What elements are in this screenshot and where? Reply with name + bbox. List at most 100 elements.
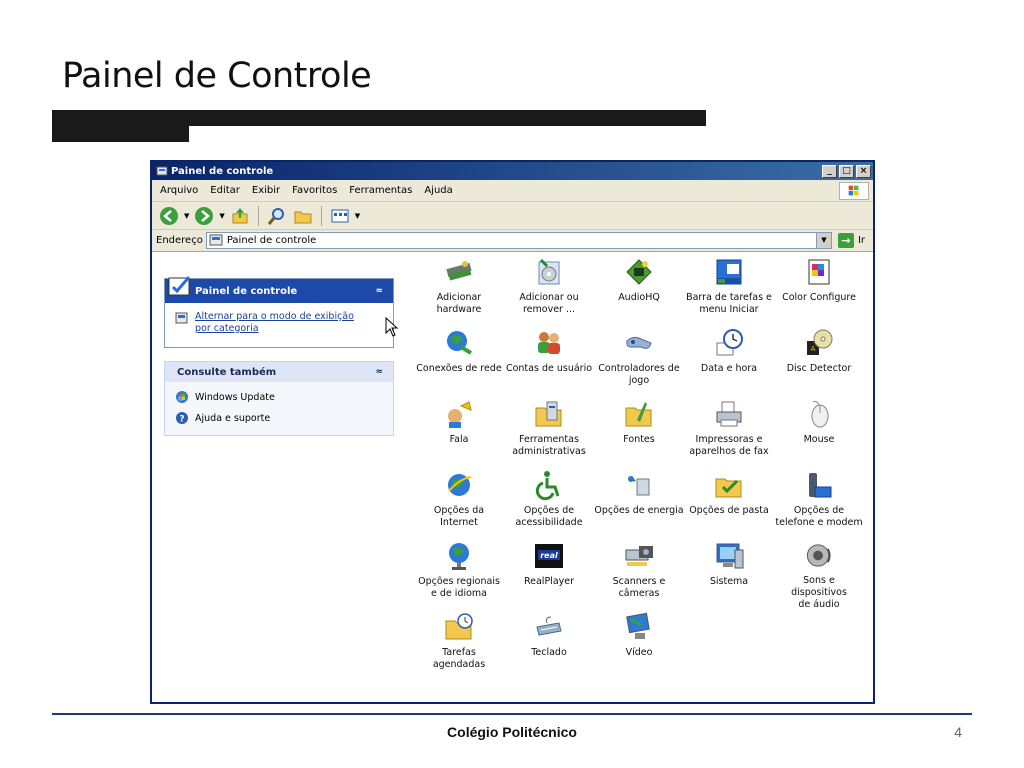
phone-icon <box>809 473 832 498</box>
menu-editar[interactable]: Editar <box>210 185 240 196</box>
item-speech[interactable]: Fala <box>414 398 504 469</box>
keyboard-icon <box>536 616 562 636</box>
search-icon <box>267 207 284 225</box>
admin-tools-icon <box>535 401 562 427</box>
address-bar: Endereço Painel de controle ▼ → Ir <box>152 230 873 252</box>
folder-options-icon <box>715 478 742 498</box>
help-support-link[interactable]: ? Ajuda e suporte <box>175 411 383 425</box>
speech-icon <box>448 401 472 428</box>
item-mouse[interactable]: Mouse <box>774 398 864 469</box>
item-taskbar-start-menu[interactable]: Barra de tarefas e menu Iniciar <box>684 256 774 327</box>
back-arrow-icon <box>160 206 178 225</box>
item-power-options[interactable]: Opções de energia <box>594 469 684 540</box>
menu-arquivo[interactable]: Arquivo <box>160 185 198 196</box>
item-sounds-audio-devices[interactable]: Sons e dispositivos de áudio <box>774 540 864 611</box>
back-dropdown-icon[interactable]: ▼ <box>184 212 189 220</box>
audiohq-icon <box>626 259 652 285</box>
svg-text:?: ? <box>179 415 184 425</box>
item-regional-language-options[interactable]: Opções regionais e de idioma <box>414 540 504 611</box>
item-game-controllers[interactable]: Controladores de jogo <box>594 327 684 398</box>
users-icon <box>538 332 560 354</box>
forward-button[interactable] <box>193 205 215 227</box>
menu-ferramentas[interactable]: Ferramentas <box>349 185 412 196</box>
add-remove-icon <box>538 258 560 285</box>
item-scanners-cameras[interactable]: Scanners e câmeras <box>594 540 684 611</box>
item-keyboard[interactable]: Teclado <box>504 611 594 682</box>
toolbar-separator <box>257 205 259 226</box>
menu-exibir[interactable]: Exibir <box>252 185 280 196</box>
power-icon <box>628 476 650 496</box>
switch-category-view-link[interactable]: Alternar para o modo de exibição por cat… <box>175 311 383 335</box>
windows-update-icon <box>176 391 188 403</box>
item-color-configure[interactable]: Color Configure <box>774 256 864 327</box>
go-button[interactable]: → Ir <box>837 233 865 248</box>
fonts-folder-icon <box>625 402 652 427</box>
disc-icon: A <box>807 329 833 355</box>
hardware-icon <box>446 261 472 281</box>
views-dropdown-icon[interactable]: ▼ <box>355 212 360 220</box>
item-accessibility-options[interactable]: Opções de acessibilidade <box>504 469 594 540</box>
item-disc-detector[interactable]: A Disc Detector <box>774 327 864 398</box>
go-arrow-icon: → <box>837 233 854 248</box>
folders-button[interactable] <box>292 205 314 227</box>
search-button[interactable] <box>266 205 288 227</box>
item-printers-faxes[interactable]: Impressoras e aparelhos de fax <box>684 398 774 469</box>
up-folder-icon <box>232 207 248 223</box>
address-dropdown-icon[interactable]: ▼ <box>815 233 831 248</box>
item-realplayer[interactable]: real RealPlayer <box>504 540 594 611</box>
switch-category-view-label: Alternar para o modo de exibição por cat… <box>195 311 354 334</box>
windows-update-link[interactable]: Windows Update <box>175 390 383 404</box>
accessibility-icon <box>535 471 560 501</box>
item-phone-modem-options[interactable]: Opções de telefone e modem <box>774 469 864 540</box>
item-network-connections[interactable]: Conexões de rede <box>414 327 504 398</box>
item-add-hardware[interactable]: Adicionar hardware <box>414 256 504 327</box>
title-underline-bar <box>52 110 706 126</box>
task-panel-header[interactable]: Painel de controle ≈ <box>165 276 393 303</box>
gamepad-icon <box>626 336 652 349</box>
control-panel-icon <box>168 276 191 296</box>
see-also-header[interactable]: Consulte também ≈ <box>165 362 393 382</box>
toolbar: ▼ ▼ ▼ <box>152 202 873 230</box>
item-audiohq[interactable]: AudioHQ <box>594 256 684 327</box>
back-button[interactable] <box>158 205 180 227</box>
address-input[interactable]: Painel de controle ▼ <box>205 232 832 249</box>
item-system[interactable]: Sistema <box>684 540 774 611</box>
views-button[interactable] <box>329 205 351 227</box>
go-label: Ir <box>857 235 865 246</box>
menu-ajuda[interactable]: Ajuda <box>424 185 452 196</box>
item-admin-tools[interactable]: Ferramentas administrativas <box>504 398 594 469</box>
item-internet-options[interactable]: Opções da Internet <box>414 469 504 540</box>
minimize-button[interactable]: _ <box>822 164 837 178</box>
svg-text:real: real <box>540 551 558 560</box>
help-support-label: Ajuda e suporte <box>195 412 271 424</box>
window-titlebar[interactable]: Painel de controle _ □ × <box>152 162 873 180</box>
collapse-icon[interactable]: ≈ <box>375 286 383 296</box>
windows-update-label: Windows Update <box>195 391 275 403</box>
up-folder-button[interactable] <box>229 205 251 227</box>
collapse-icon[interactable]: ≈ <box>375 367 383 377</box>
item-folder-options[interactable]: Opções de pasta <box>684 469 774 540</box>
speaker-icon <box>806 544 831 567</box>
display-icon <box>626 612 650 639</box>
color-icon <box>808 259 830 285</box>
item-scheduled-tasks[interactable]: Tarefas agendadas <box>414 611 504 682</box>
mouse-cursor-icon <box>385 317 399 337</box>
item-user-accounts[interactable]: Contas de usuário <box>504 327 594 398</box>
task-panel: Painel de controle ≈ Alternar para o mod… <box>164 276 399 348</box>
maximize-button[interactable]: □ <box>839 164 854 178</box>
page-number: 4 <box>954 724 962 740</box>
forward-dropdown-icon[interactable]: ▼ <box>219 212 224 220</box>
help-icon: ? <box>176 412 188 425</box>
menu-favoritos[interactable]: Favoritos <box>292 185 337 196</box>
printer-icon <box>716 401 742 427</box>
footer-divider <box>52 713 972 715</box>
item-display[interactable]: Vídeo <box>594 611 684 682</box>
item-fonts[interactable]: Fontes <box>594 398 684 469</box>
mouse-icon <box>811 400 829 428</box>
item-date-time[interactable]: Data e hora <box>684 327 774 398</box>
folders-icon <box>294 211 312 223</box>
item-add-remove-programs[interactable]: Adicionar ou remover ... <box>504 256 594 327</box>
footer-text: Colégio Politécnico <box>447 724 577 740</box>
system-icon <box>716 543 744 569</box>
close-button[interactable]: × <box>856 164 871 178</box>
